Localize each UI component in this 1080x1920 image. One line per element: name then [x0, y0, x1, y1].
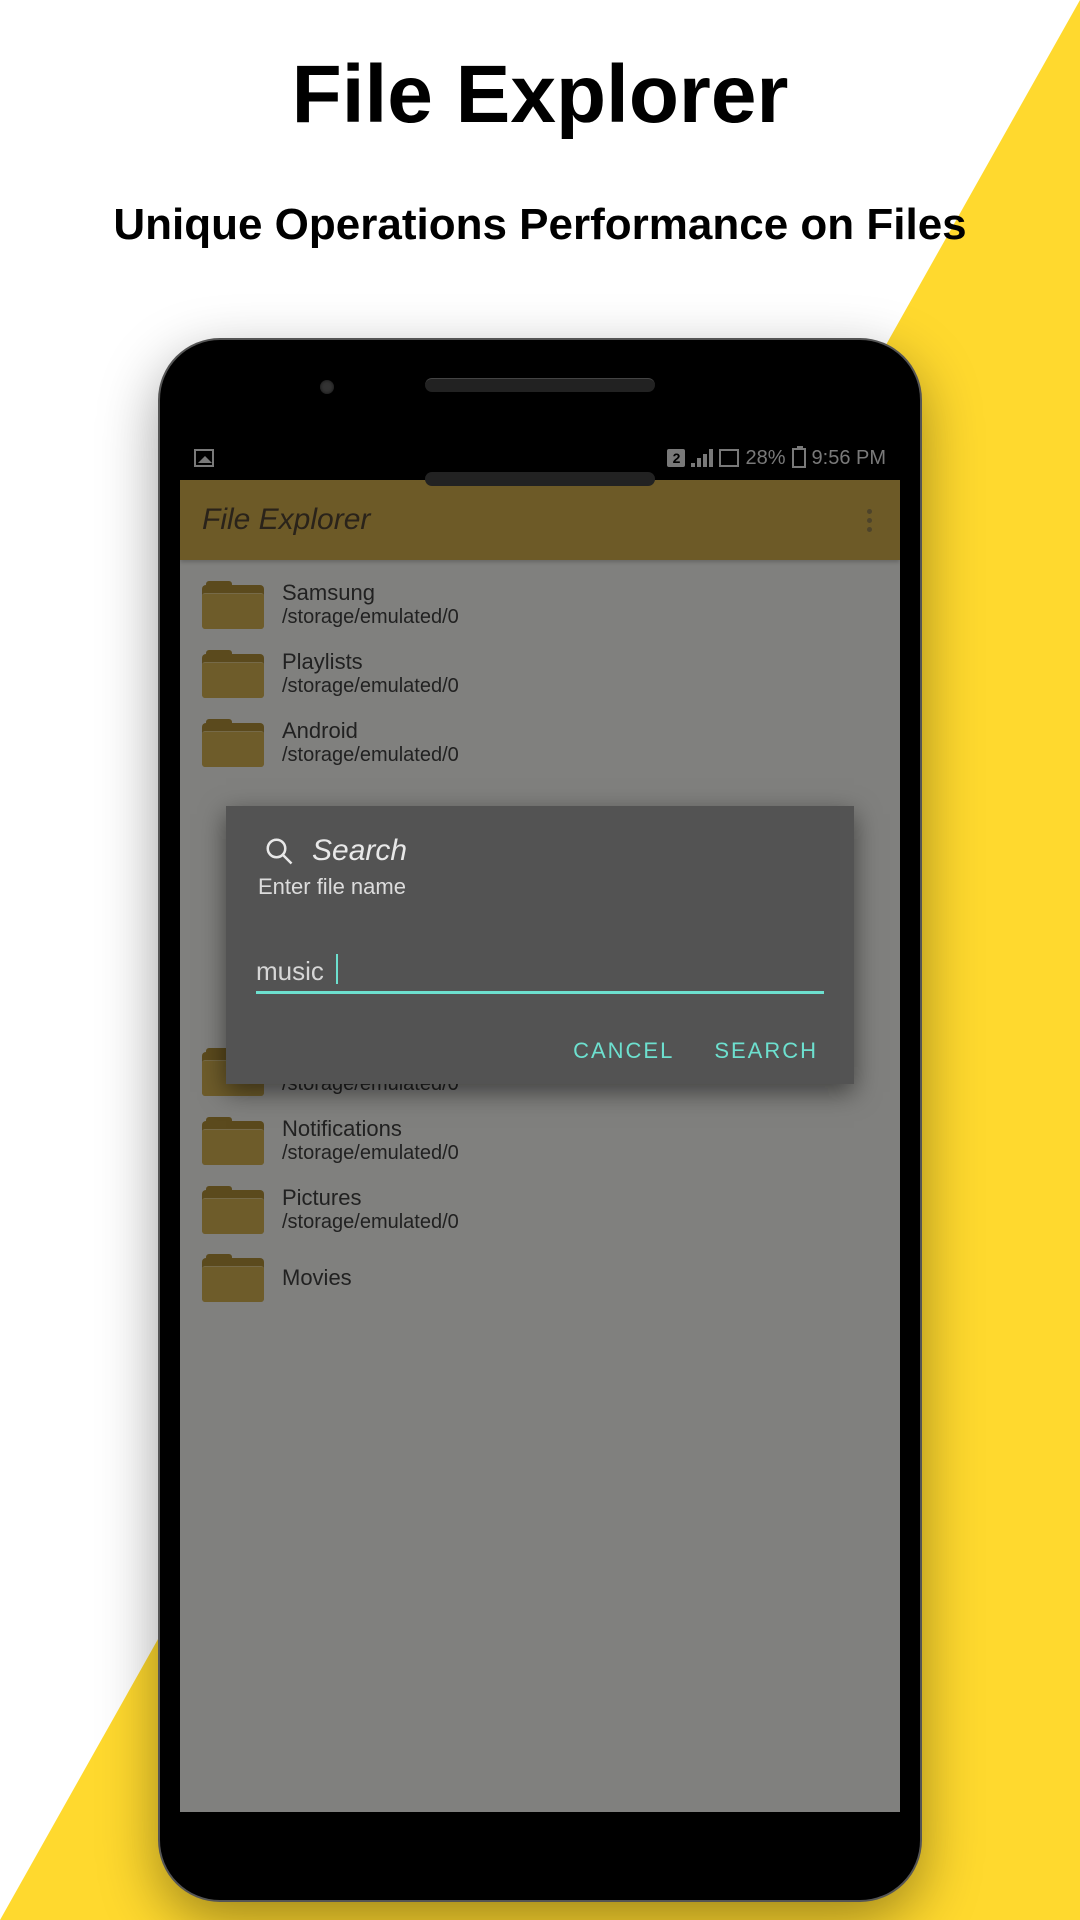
- promo-title: File Explorer: [0, 48, 1080, 142]
- phone-bottom-bezel: [160, 436, 920, 524]
- modal-scrim[interactable]: [180, 436, 900, 1812]
- search-icon: [264, 836, 294, 866]
- search-button[interactable]: SEARCH: [714, 1038, 818, 1064]
- dialog-title: Search: [312, 834, 407, 868]
- phone-camera: [320, 380, 334, 394]
- phone-earpiece: [425, 378, 655, 392]
- search-input[interactable]: [256, 956, 824, 987]
- phone-bottom-speaker: [425, 472, 655, 486]
- search-dialog: Search Enter file name CANCEL SEARCH: [226, 806, 854, 1084]
- phone-frame: 2 28% 9:56 PM File Explorer Samsung /sto…: [160, 340, 920, 1900]
- promo-subtitle: Unique Operations Performance on Files: [0, 200, 1080, 250]
- phone-top-bezel: [160, 340, 920, 436]
- cancel-button[interactable]: CANCEL: [573, 1038, 674, 1064]
- dialog-subtitle: Enter file name: [258, 874, 824, 900]
- text-cursor: [336, 954, 338, 984]
- phone-screen: 2 28% 9:56 PM File Explorer Samsung /sto…: [180, 436, 900, 1812]
- search-input-wrap[interactable]: [256, 956, 824, 994]
